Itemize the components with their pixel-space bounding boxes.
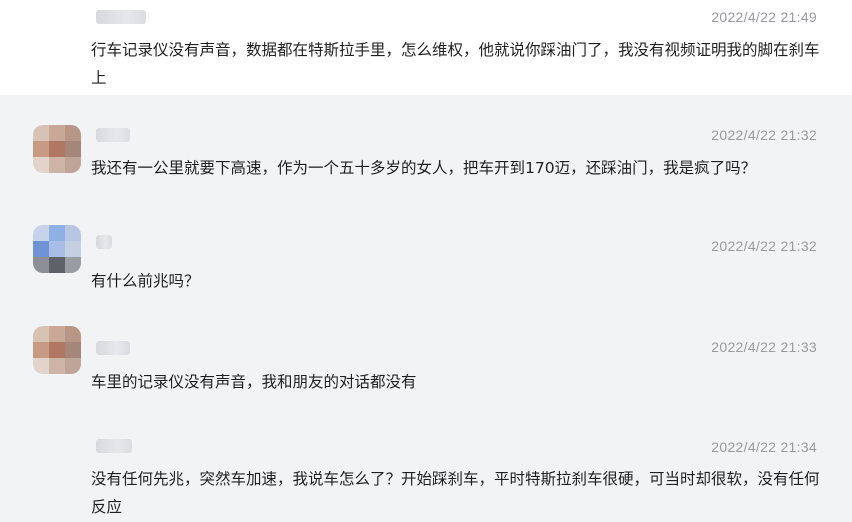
username-blurred bbox=[96, 10, 146, 24]
message-text: 行车记录仪没有声音，数据都在特斯拉手里，怎么维权，他就说你踩油门了，我没有视频证… bbox=[91, 41, 820, 87]
message-item: 2022/4/22 21:34 没有任何先兆，突然车加速，我说车怎么了？开始踩刹… bbox=[0, 420, 852, 522]
message-timestamp: 2022/4/22 21:33 bbox=[711, 339, 817, 355]
message-timestamp: 2022/4/22 21:32 bbox=[711, 238, 817, 254]
message-text: 没有任何先兆，突然车加速，我说车怎么了？开始踩刹车，平时特斯拉刹车很硬，可当时却… bbox=[91, 470, 820, 516]
username-blurred bbox=[96, 235, 112, 249]
avatar bbox=[33, 225, 81, 273]
username-blurred bbox=[96, 341, 130, 355]
message-text: 有什么前兆吗？ bbox=[91, 272, 200, 290]
avatar bbox=[33, 125, 81, 173]
message-item: 2022/4/22 21:32 我还有一公里就要下高速，作为一个五十多岁的女人，… bbox=[0, 110, 852, 216]
message-timestamp: 2022/4/22 21:49 bbox=[711, 9, 817, 25]
username-blurred bbox=[96, 439, 132, 453]
message-item: 2022/4/22 21:32 有什么前兆吗？ bbox=[0, 216, 852, 316]
message-item: 2022/4/22 21:33 车里的记录仪没有声音，我和朋友的对话都没有 bbox=[0, 316, 852, 420]
avatar bbox=[33, 326, 81, 374]
message-timestamp: 2022/4/22 21:34 bbox=[711, 439, 817, 455]
username-blurred bbox=[96, 128, 130, 142]
message-text: 我还有一公里就要下高速，作为一个五十多岁的女人，把车开到170迈，还踩油门，我是… bbox=[91, 159, 757, 177]
message-item: 2022/4/22 21:49 行车记录仪没有声音，数据都在特斯拉手里，怎么维权… bbox=[0, 0, 852, 95]
message-text: 车里的记录仪没有声音，我和朋友的对话都没有 bbox=[91, 373, 417, 391]
message-timestamp: 2022/4/22 21:32 bbox=[711, 127, 817, 143]
